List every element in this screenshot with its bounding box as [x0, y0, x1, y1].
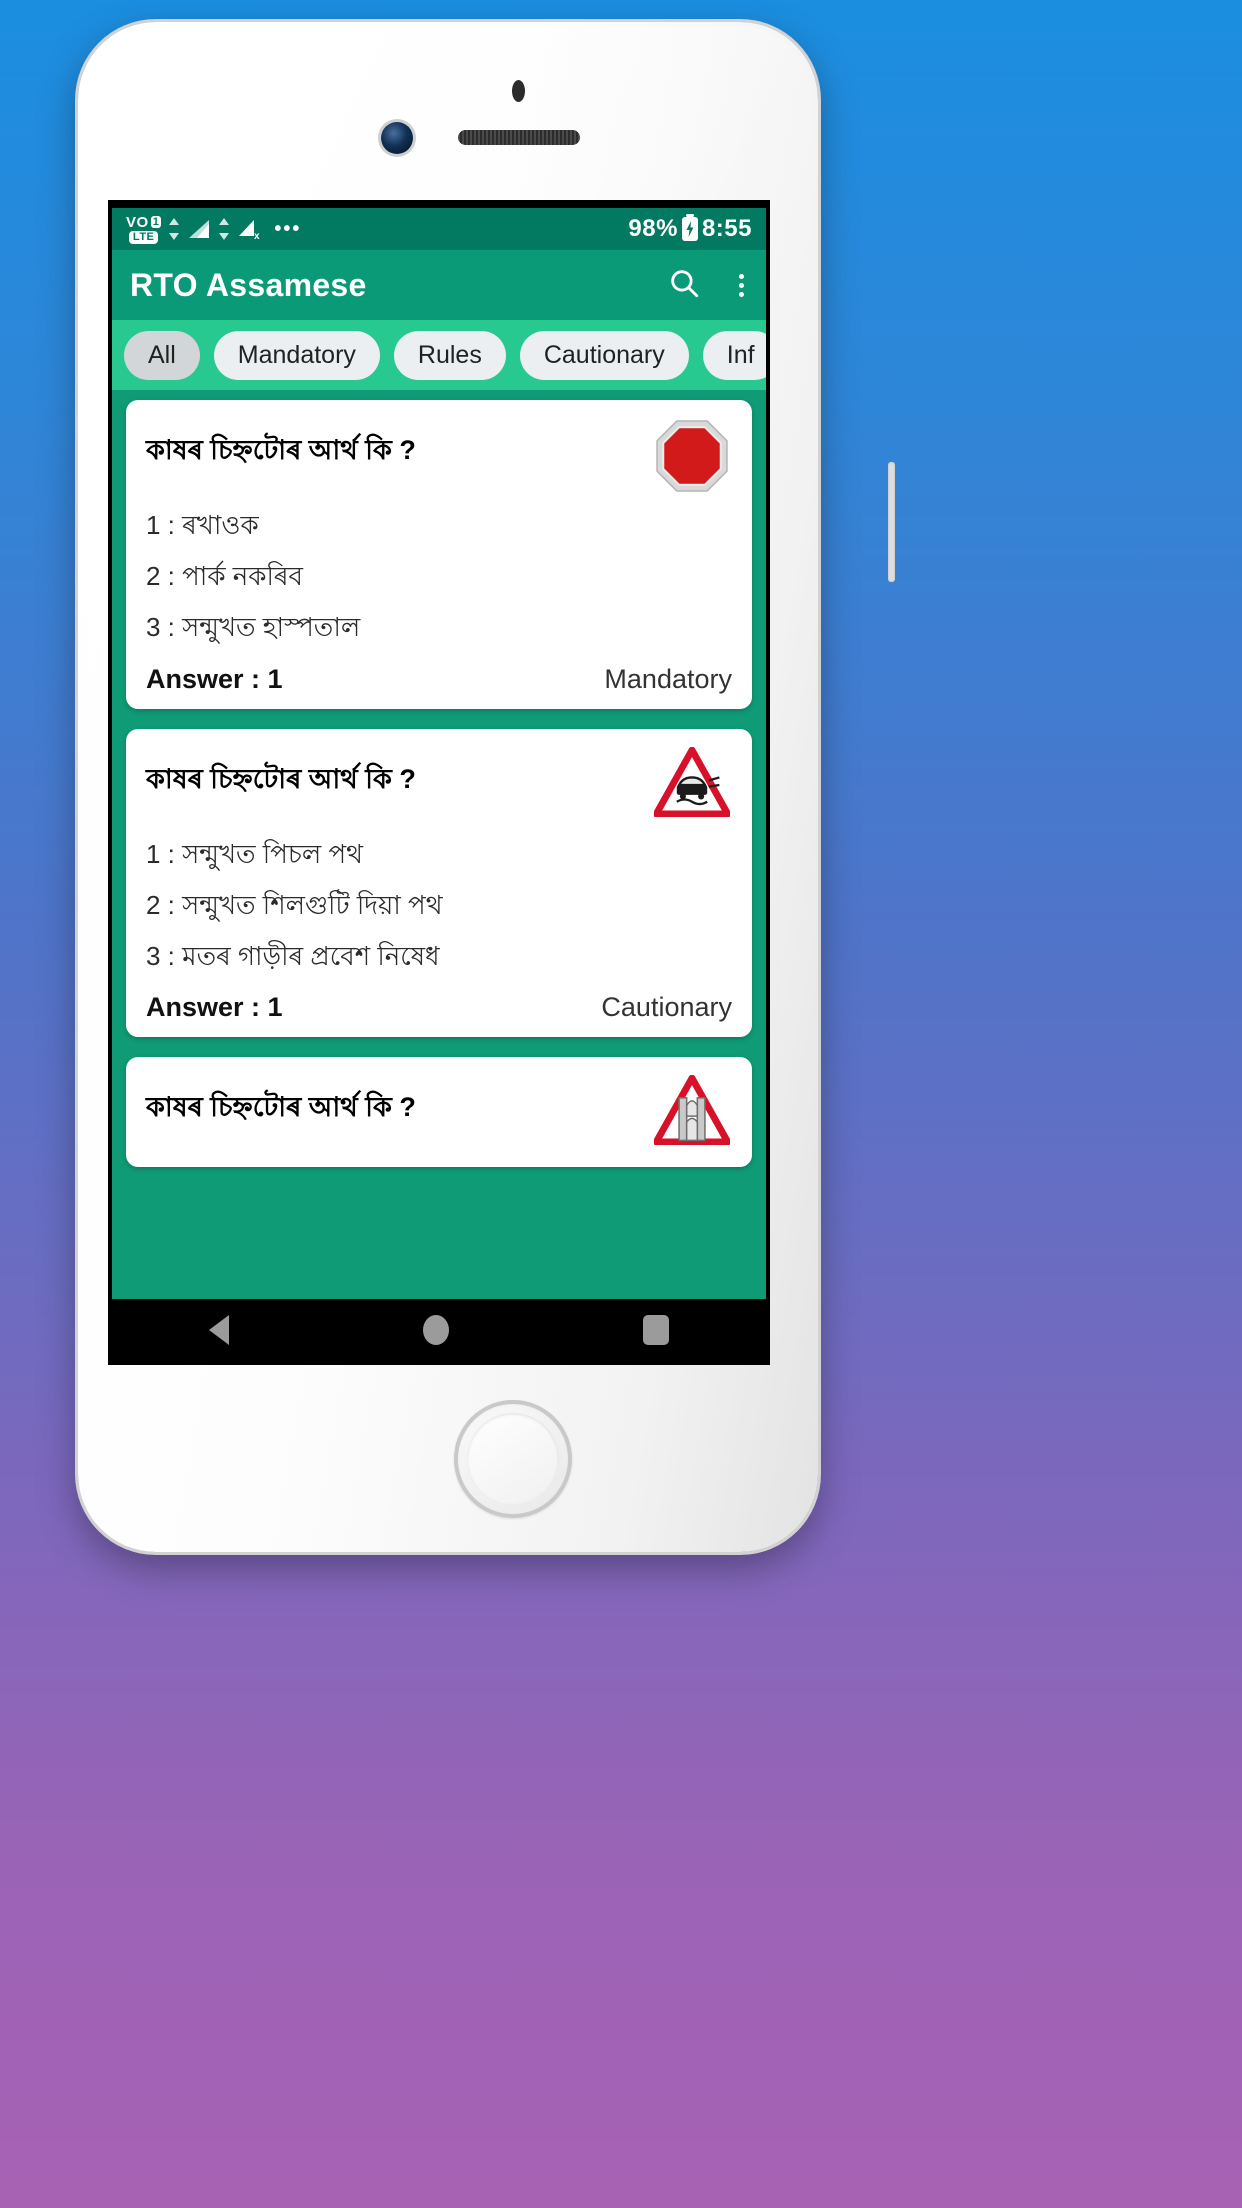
- data-transfer-arrows-2-icon: [218, 218, 230, 240]
- home-button[interactable]: [454, 1400, 572, 1518]
- proximity-sensor: [512, 80, 525, 102]
- volte-label-top: VO: [126, 213, 149, 231]
- question-text: কাষৰ চিহ্নটোৰ আৰ্থ কি ?: [146, 435, 416, 465]
- back-triangle-icon[interactable]: [209, 1315, 229, 1345]
- answer-row: Answer : 1 Mandatory: [146, 664, 732, 695]
- answer-label: Answer : 1: [146, 663, 283, 694]
- option-1: 1 : সন্মুখত পিচল পথ: [146, 838, 363, 869]
- signal-bars-sim2-off-icon: x: [239, 220, 260, 240]
- stop-sign-icon: [654, 418, 732, 496]
- status-overflow-dots-icon: •••: [274, 217, 302, 240]
- option-3: 3 : মতৰ গাড়ীৰ প্ৰবেশ নিষেধ: [146, 940, 440, 971]
- volte-label-bottom: LTE: [128, 230, 159, 244]
- slippery-road-sign-icon: [652, 746, 732, 825]
- phone-screen: VO 1 LTE x ••• 98% 8:55 RTO Assamese All…: [108, 200, 770, 1365]
- question-text: কাষৰ চিহ্নটোৰ আৰ্থ কি ?: [146, 763, 416, 794]
- volte-icon: VO 1 LTE: [126, 213, 162, 244]
- battery-percent-label: 98%: [628, 215, 678, 242]
- recents-square-icon[interactable]: [643, 1315, 669, 1345]
- status-bar-left-icons: VO 1 LTE x •••: [126, 215, 301, 244]
- svg-text:x: x: [254, 231, 260, 240]
- volte-sim-badge: 1: [150, 216, 162, 228]
- option-1: 1 : ৰখাওক: [146, 510, 259, 540]
- android-navigation-bar[interactable]: [112, 1299, 766, 1361]
- filter-chip-informatory[interactable]: Inf: [702, 330, 766, 380]
- filter-chip-row[interactable]: All Mandatory Rules Cautionary Inf: [112, 320, 766, 390]
- narrow-bridge-sign-icon: [652, 1074, 732, 1153]
- category-label: Mandatory: [604, 663, 732, 694]
- page-title: RTO Assamese: [130, 266, 367, 303]
- status-bar-right: 98% 8:55: [628, 214, 752, 243]
- question-card[interactable]: কাষৰ চিহ্নটোৰ আৰ্থ কি ? 1 : ৰখাওক 2 : পা…: [126, 400, 752, 709]
- earpiece-speaker: [458, 130, 580, 145]
- option-2: 2 : পাৰ্ক নকৰিব: [146, 561, 303, 592]
- answer-label: Answer : 1: [146, 992, 283, 1023]
- signal-bars-sim1-icon: [189, 220, 210, 238]
- question-text: কাষৰ চিহ্নটোৰ আৰ্থ কি ?: [146, 1092, 416, 1123]
- filter-chip-rules[interactable]: Rules: [393, 330, 506, 380]
- answer-row: Answer : 1 Cautionary: [146, 992, 732, 1023]
- question-card-list[interactable]: কাষৰ চিহ্নটোৰ আৰ্থ কি ? 1 : ৰখাওক 2 : পা…: [112, 390, 766, 1168]
- android-app-screen: VO 1 LTE x ••• 98% 8:55 RTO Assamese All…: [112, 208, 766, 1299]
- home-circle-icon[interactable]: [423, 1315, 449, 1345]
- option-2: 2 : সন্মুখত শিলগুটি দিয়া পথ: [146, 889, 443, 920]
- filter-chip-all[interactable]: All: [124, 330, 200, 380]
- option-list: 1 : সন্মুখত পিচল পথ 2 : সন্মুখত শিলগুটি …: [146, 839, 732, 973]
- status-bar: VO 1 LTE x ••• 98% 8:55: [112, 208, 766, 250]
- data-transfer-arrows-icon: [168, 218, 180, 240]
- clock-label: 8:55: [701, 215, 752, 242]
- more-vertical-icon[interactable]: [735, 270, 748, 301]
- front-camera-icon: [381, 122, 413, 154]
- card-header: কাষৰ চিহ্নটোৰ আৰ্থ কি ?: [146, 746, 732, 825]
- question-card[interactable]: কাষৰ চিহ্নটোৰ আৰ্থ কি ?: [126, 1057, 752, 1168]
- search-icon[interactable]: [667, 266, 701, 305]
- filter-chip-cautionary[interactable]: Cautionary: [519, 330, 689, 380]
- app-bar-actions: [667, 266, 748, 305]
- question-card[interactable]: কাষৰ চিহ্নটোৰ আৰ্থ কি ?: [126, 728, 752, 1038]
- side-button-power[interactable]: [888, 462, 895, 582]
- category-label: Cautionary: [601, 992, 732, 1023]
- card-header: কাষৰ চিহ্নটোৰ আৰ্থ কি ?: [146, 1074, 732, 1153]
- app-bar: RTO Assamese: [112, 250, 766, 320]
- filter-chip-mandatory[interactable]: Mandatory: [213, 330, 380, 380]
- card-header: কাষৰ চিহ্নটোৰ আৰ্থ কি ?: [146, 418, 732, 496]
- option-list: 1 : ৰখাওক 2 : পাৰ্ক নকৰিব 3 : সন্মুখত হা…: [146, 510, 732, 644]
- option-3: 3 : সন্মুখত হাস্পতাল: [146, 612, 361, 643]
- battery-charging-icon: [681, 214, 698, 241]
